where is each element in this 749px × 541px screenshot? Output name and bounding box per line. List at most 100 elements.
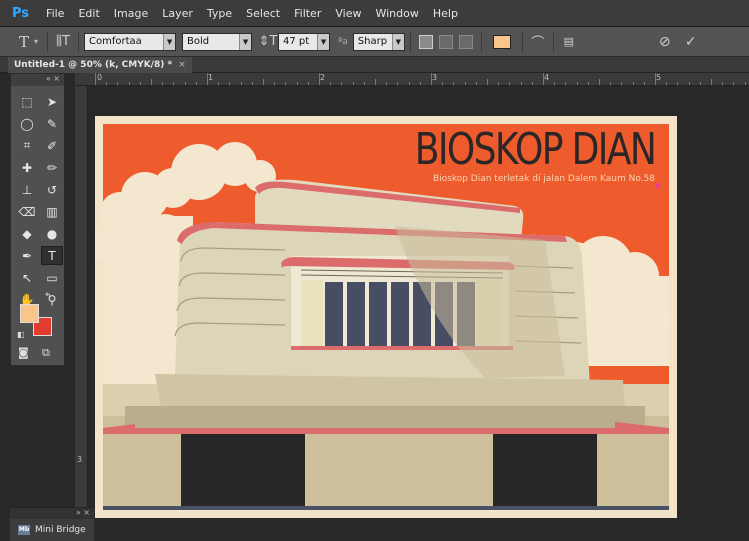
menu-image[interactable]: Image	[107, 7, 155, 20]
ruler-tick	[487, 79, 488, 85]
antialias-icon: ªa	[338, 36, 348, 47]
menu-filter[interactable]: Filter	[287, 7, 328, 20]
lasso-tool-icon[interactable]: ◯	[16, 114, 38, 133]
font-family-value: Comfortaa	[89, 36, 142, 47]
foreground-color-swatch[interactable]	[20, 304, 39, 323]
screen-mode-icon[interactable]: ⧉	[42, 346, 50, 360]
ruler-tick	[173, 82, 175, 85]
warp-text-icon[interactable]: ⌒	[528, 32, 548, 51]
font-size-value: 47 pt	[283, 36, 310, 47]
cancel-icon[interactable]: ⊘	[655, 34, 675, 50]
ruler-tick	[386, 82, 388, 85]
menu-view[interactable]: View	[328, 7, 368, 20]
brush-tool-icon[interactable]: ✏	[41, 158, 63, 177]
history-brush-tool-icon[interactable]: ↺	[41, 180, 63, 199]
ruler-tick	[229, 82, 231, 85]
divider	[480, 31, 482, 52]
marquee-tool-icon[interactable]: ⬚	[16, 92, 38, 111]
ruler-tick	[677, 82, 679, 85]
street-line	[103, 506, 669, 510]
font-family-select[interactable]: Comfortaa ▼	[84, 32, 177, 51]
quick-select-tool-icon[interactable]: ✎	[41, 114, 63, 133]
eraser-tool-icon[interactable]: ⌫	[16, 202, 38, 221]
tools-panel-header[interactable]: « ×	[11, 74, 64, 86]
align-left-button[interactable]	[418, 34, 433, 49]
clone-stamp-tool-icon[interactable]: ⊥	[16, 180, 38, 199]
menu-type[interactable]: Type	[200, 7, 239, 20]
text-orientation-icon[interactable]: ⫼T	[53, 34, 73, 49]
font-size-select[interactable]: 47 pt ▼	[278, 32, 331, 51]
type-tool-icon[interactable]: T	[41, 246, 63, 265]
dodge-tool-icon[interactable]: ●	[41, 224, 63, 243]
ruler-tick	[274, 82, 276, 85]
gradient-tool-icon[interactable]: ▥	[41, 202, 63, 221]
type-tool-preset-icon[interactable]: T	[14, 33, 34, 51]
antialias-select[interactable]: Sharp ▼	[352, 32, 405, 51]
pen-tool-icon[interactable]: ✒	[16, 246, 38, 265]
font-style-value: Bold	[187, 36, 210, 47]
healing-brush-tool-icon[interactable]: ✚	[16, 158, 38, 177]
ruler-mark: 0	[97, 73, 103, 82]
ruler-tick	[352, 82, 354, 85]
commit-icon[interactable]: ✓	[681, 34, 701, 50]
ruler-tick	[341, 82, 343, 85]
menu-window[interactable]: Window	[368, 7, 425, 20]
ruler-tick	[509, 82, 511, 85]
character-panel-icon[interactable]: ▤	[559, 35, 579, 48]
quick-mask-icon[interactable]: ◙	[18, 346, 29, 359]
ruler-mark: 5	[656, 73, 662, 82]
ruler-tick	[643, 82, 645, 85]
ruler-mark: 1	[208, 73, 214, 82]
ruler-tick	[621, 82, 623, 85]
default-colors-icon[interactable]: ◧	[17, 330, 25, 339]
divider	[78, 31, 80, 52]
text-color-swatch[interactable]	[492, 34, 511, 49]
close-icon[interactable]: ×	[178, 60, 186, 70]
blur-tool-icon[interactable]: ◆	[16, 224, 38, 243]
swap-colors-icon[interactable]: ↰	[44, 292, 52, 302]
ruler-tick	[431, 73, 432, 85]
ruler-tick	[565, 82, 567, 85]
ruler-tick	[475, 82, 477, 85]
poster-title[interactable]: BIOSKOP DIAN	[415, 124, 657, 175]
ruler-tick	[151, 79, 152, 85]
menu-edit[interactable]: Edit	[71, 7, 106, 20]
rectangle-tool-icon[interactable]: ▭	[41, 268, 63, 287]
document-tab[interactable]: Untitled-1 @ 50% (k, CMYK/8) * ×	[8, 57, 192, 73]
move-tool-icon[interactable]: ➤	[41, 92, 63, 111]
mini-bridge-tab[interactable]: Mb Mini Bridge	[18, 525, 86, 535]
mini-bridge-header[interactable]: » ×	[10, 508, 94, 519]
text-anchor-marker	[655, 183, 660, 188]
ruler-tick	[240, 82, 242, 85]
align-center-button[interactable]	[438, 34, 453, 49]
canopy-top	[155, 374, 625, 410]
document-tab-title: Untitled-1 @ 50% (k, CMYK/8) *	[14, 60, 173, 70]
document-canvas[interactable]: BIOSKOP DIAN Bioskop Dian terletak di ja…	[95, 116, 677, 518]
menu-layer[interactable]: Layer	[155, 7, 200, 20]
menu-file[interactable]: File	[39, 7, 71, 20]
ruler-tick	[576, 82, 578, 85]
ruler-tick	[195, 82, 197, 85]
ruler-tick	[498, 82, 500, 85]
ruler-tick	[375, 79, 376, 85]
ruler-tick	[419, 82, 421, 85]
ruler-tick	[442, 82, 444, 85]
mini-bridge-label: Mini Bridge	[35, 525, 86, 535]
poster-subtitle[interactable]: Bioskop Dian terletak di jalan Dalem Kau…	[433, 174, 655, 184]
font-style-select[interactable]: Bold ▼	[182, 32, 253, 51]
divider	[47, 31, 49, 52]
divider	[552, 31, 554, 52]
preset-dropdown-arrow-icon[interactable]: ▾	[34, 37, 38, 46]
divider	[409, 31, 411, 52]
ruler-tick	[599, 79, 600, 85]
divider	[521, 31, 523, 52]
ruler-tick	[319, 73, 320, 85]
path-selection-tool-icon[interactable]: ↖	[16, 268, 38, 287]
align-right-button[interactable]	[458, 34, 473, 49]
ruler-tick	[95, 73, 96, 85]
eyedropper-tool-icon[interactable]: ✐	[41, 136, 63, 155]
menu-select[interactable]: Select	[239, 7, 287, 20]
menu-help[interactable]: Help	[426, 7, 465, 20]
crop-tool-icon[interactable]: ⌗	[16, 136, 38, 155]
ruler-tick	[655, 73, 656, 85]
